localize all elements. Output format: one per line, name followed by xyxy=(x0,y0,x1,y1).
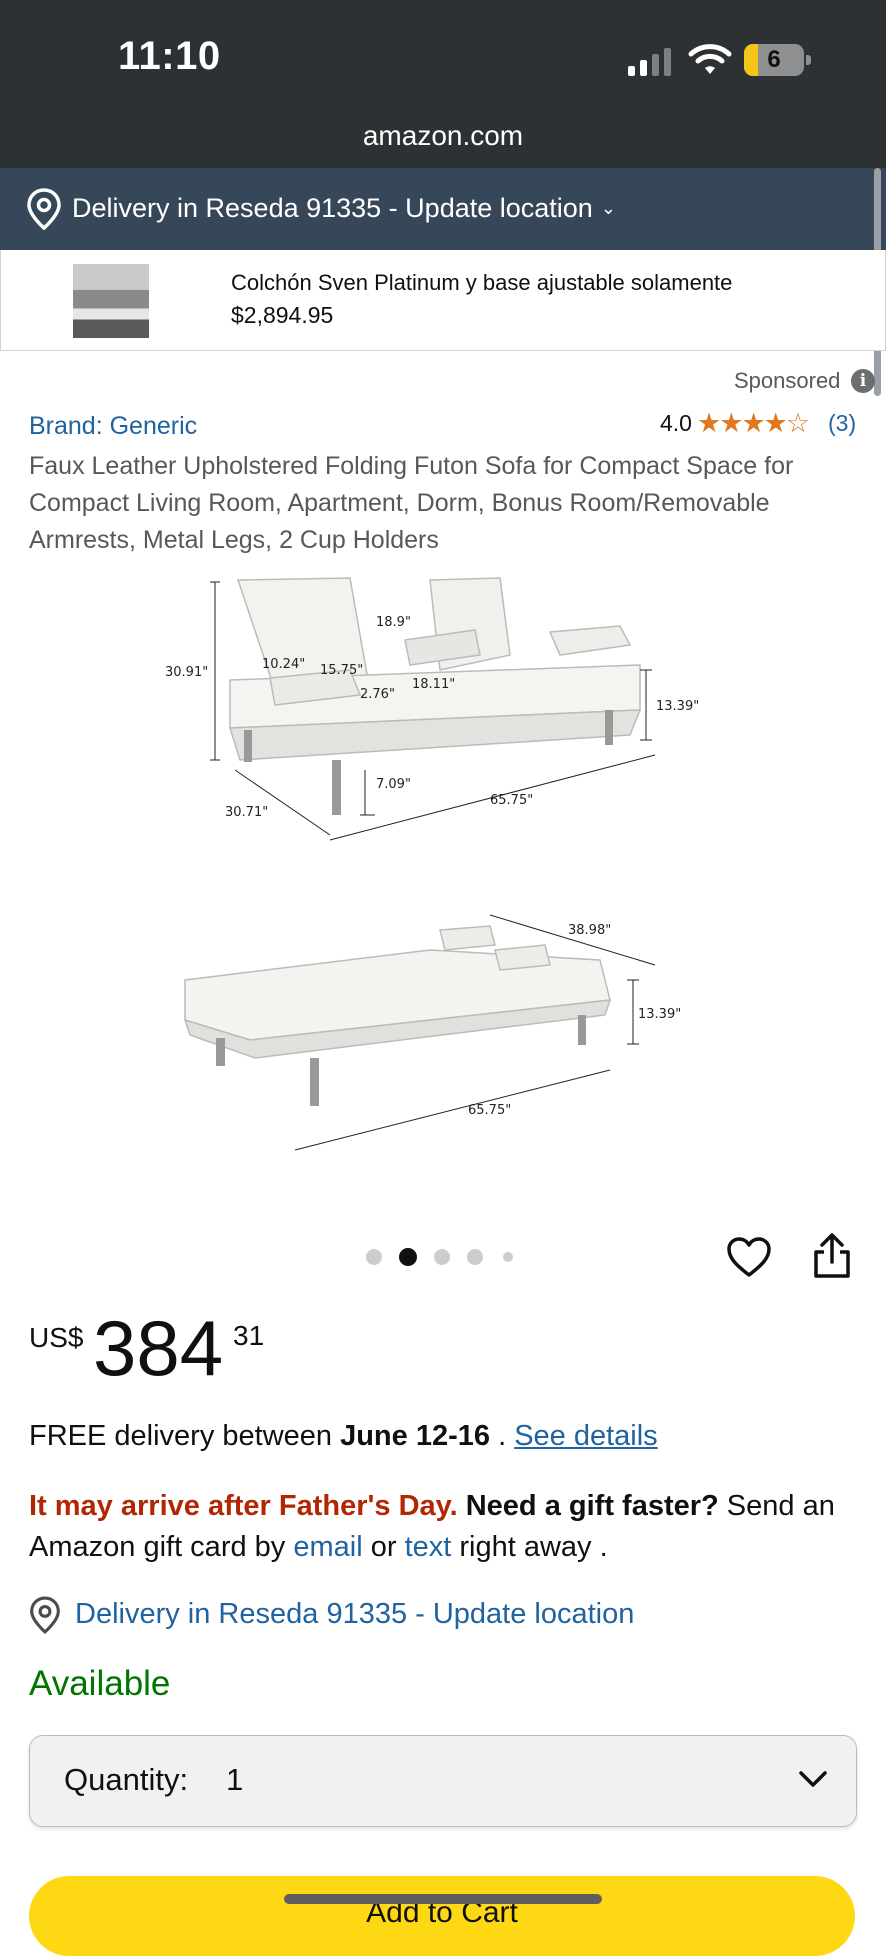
delivery-separator: . xyxy=(490,1420,515,1452)
brand-link[interactable]: Brand: Generic xyxy=(29,412,197,441)
carousel-dot[interactable] xyxy=(366,1249,382,1265)
gift-text-3: right away . xyxy=(451,1531,608,1563)
rating-stars[interactable]: ★★★★☆ xyxy=(697,408,810,439)
url-text: amazon.com xyxy=(362,120,524,151)
carousel-dot[interactable] xyxy=(503,1252,513,1262)
text-gift-link[interactable]: text xyxy=(405,1531,452,1563)
gift-warning: It may arrive after Father's Day. xyxy=(29,1490,458,1522)
chevron-down-icon xyxy=(799,1771,827,1787)
battery-level: 6 xyxy=(767,46,781,73)
dim-bed-width-label: 38.98" xyxy=(568,923,611,938)
quantity-value: 1 xyxy=(226,1762,244,1797)
dim-height-label: 30.91" xyxy=(165,665,208,680)
carousel-dot[interactable] xyxy=(434,1249,450,1265)
product-image[interactable]: 30.91" 13.39" 7.09" 30.71" 65.75" 18.9" … xyxy=(150,560,740,1160)
ad-product-image xyxy=(73,264,149,338)
star-icon: ★ xyxy=(763,408,788,438)
signal-icon xyxy=(628,48,671,76)
chevron-down-icon: ⌄ xyxy=(600,198,616,218)
product-title: Faux Leather Upholstered Folding Futon S… xyxy=(29,452,794,554)
dim-bed-length-label: 65.75" xyxy=(468,1103,511,1118)
sponsored-label: Sponsored xyxy=(734,368,841,393)
price-fraction: 31 xyxy=(233,1320,265,1351)
rating-value: 4.0 xyxy=(660,410,692,436)
home-indicator xyxy=(284,1894,602,1904)
status-bar: 11:10 6 xyxy=(0,0,886,118)
email-gift-link[interactable]: email xyxy=(293,1531,362,1563)
dim-arm-width-label: 10.24" xyxy=(262,657,305,672)
delivery-prefix: FREE delivery between xyxy=(29,1420,341,1452)
quantity-select[interactable]: Quantity: 1 xyxy=(29,1735,857,1827)
free-delivery-message: FREE delivery between June 12-16 . See d… xyxy=(29,1420,658,1453)
dim-arm-length-label: 15.75" xyxy=(320,663,363,678)
location-pin-icon xyxy=(30,1596,60,1634)
delivery-dates: June 12-16 xyxy=(340,1420,491,1452)
add-to-cart-button[interactable]: Add to Cart xyxy=(29,1876,855,1956)
battery-icon: 6 xyxy=(744,44,811,76)
gift-text-2: or xyxy=(362,1531,405,1563)
carousel-dot-active[interactable] xyxy=(399,1248,417,1266)
info-icon[interactable]: i xyxy=(851,369,875,393)
dim-seat-depth-label: 18.11" xyxy=(412,677,455,692)
heart-icon[interactable] xyxy=(726,1236,772,1278)
location-link-text: Delivery in Reseda 91335 - Update locati… xyxy=(75,1598,635,1630)
ad-title: Colchón Sven Platinum y base ajustable s… xyxy=(231,270,733,295)
star-icon: ★ xyxy=(719,408,743,438)
wifi-icon xyxy=(688,44,732,74)
dim-leg-label: 7.09" xyxy=(376,777,411,792)
dim-arm-height-label: 2.76" xyxy=(360,687,395,702)
star-icon: ★ xyxy=(697,408,721,438)
status-time: 11:10 xyxy=(118,34,221,78)
review-count-link[interactable]: (3) xyxy=(828,410,856,437)
dim-bed-height-label: 13.39" xyxy=(638,1007,681,1022)
browser-url-bar[interactable]: amazon.com xyxy=(0,118,886,168)
dim-back-label: 18.9" xyxy=(376,615,411,630)
dim-seat-height-label: 13.39" xyxy=(656,699,699,714)
sponsored-ad-banner[interactable]: Colchón Sven Platinum y base ajustable s… xyxy=(0,250,886,351)
share-icon[interactable] xyxy=(810,1232,854,1280)
see-details-link[interactable]: See details xyxy=(514,1420,658,1452)
dim-depth-label: 30.71" xyxy=(225,805,268,820)
delivery-location-text: Delivery in Reseda 91335 - Update locati… xyxy=(72,193,593,223)
ad-price: $2,894.95 xyxy=(231,302,334,328)
availability-status: Available xyxy=(29,1664,171,1703)
quantity-label: Quantity: xyxy=(64,1762,189,1797)
gift-notice: It may arrive after Father's Day. Need a… xyxy=(29,1486,859,1568)
delivery-location-bar[interactable]: Delivery in Reseda 91335 - Update locati… xyxy=(0,168,886,250)
price-currency: US$ xyxy=(29,1322,84,1353)
gift-question: Need a gift faster? xyxy=(465,1490,719,1522)
location-pin-icon xyxy=(27,188,61,230)
dim-width-label: 65.75" xyxy=(490,793,533,808)
carousel-dot[interactable] xyxy=(467,1249,483,1265)
star-icon: ★ xyxy=(741,408,765,438)
star-empty-icon: ☆ xyxy=(785,408,810,438)
price-whole: 384 xyxy=(93,1304,224,1392)
